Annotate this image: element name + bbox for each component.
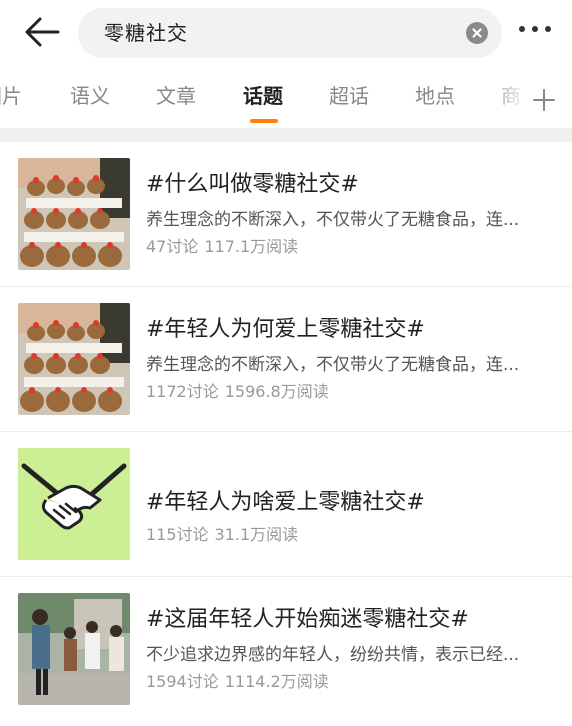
topic-list: #什么叫做零糖社交# 养生理念的不断深入，不仅带火了无糖食品，连... 47讨论… [0, 142, 572, 721]
topic-thumbnail [18, 448, 130, 560]
back-button[interactable] [22, 14, 62, 50]
search-input[interactable]: 零糖社交 [78, 8, 502, 58]
topic-stats: 1172讨论 1596.8万阅读 [146, 381, 335, 403]
tab-semantic[interactable]: 语义 [70, 82, 110, 110]
topic-item[interactable]: #这届年轻人开始痴迷零糖社交# 不少追求边界感的年轻人，纷纷共情，表示已经...… [0, 577, 572, 721]
discussion-count: 1594讨论 [146, 672, 219, 691]
more-dots-icon [519, 26, 525, 32]
topic-item[interactable]: #年轻人为何爱上零糖社交# 养生理念的不断深入，不仅带火了无糖食品，连... 1… [0, 287, 572, 432]
handshake-icon [18, 448, 130, 560]
capybara-plush-display-image [18, 158, 130, 270]
topic-thumbnail [18, 303, 130, 415]
topic-stats: 47讨论 117.1万阅读 [146, 236, 304, 258]
topic-thumbnail [18, 593, 130, 705]
tab-topics[interactable]: 话题 [243, 82, 283, 110]
discussion-count: 47讨论 [146, 237, 199, 256]
topic-description: 不少追求边界感的年轻人，纷纷共情，表示已经... [146, 645, 520, 665]
search-category-tabs: 图片 语义 文章 话题 超话 地点 商 [0, 70, 572, 128]
read-count: 1114.2万阅读 [224, 672, 329, 691]
read-count: 1596.8万阅读 [224, 382, 329, 401]
topic-title: #什么叫做零糖社交# [146, 172, 359, 197]
section-divider [0, 128, 572, 142]
people-outdoor-photo [18, 593, 130, 705]
clear-search-button[interactable] [466, 22, 488, 44]
search-results-page: 零糖社交 图片 语义 文章 话题 超话 地点 商 [0, 0, 572, 726]
topic-description: 养生理念的不断深入，不仅带火了无糖食品，连... [146, 210, 520, 230]
read-count: 31.1万阅读 [214, 525, 299, 544]
discussion-count: 1172讨论 [146, 382, 219, 401]
topic-thumbnail [18, 158, 130, 270]
topic-title: #年轻人为啥爱上零糖社交# [146, 490, 425, 515]
topic-title: #这届年轻人开始痴迷零糖社交# [146, 607, 469, 632]
topic-stats: 115讨论 31.1万阅读 [146, 524, 304, 546]
topic-description: 养生理念的不断深入，不仅带火了无糖食品，连... [146, 355, 520, 375]
add-tab-button[interactable] [532, 88, 556, 112]
tab-places[interactable]: 地点 [415, 82, 455, 110]
search-header: 零糖社交 [0, 0, 572, 64]
tab-articles[interactable]: 文章 [156, 82, 196, 110]
topic-stats: 1594讨论 1114.2万阅读 [146, 671, 335, 693]
discussion-count: 115讨论 [146, 525, 209, 544]
arrow-left-icon [25, 17, 60, 47]
tab-images[interactable]: 图片 [0, 82, 22, 110]
plus-icon [533, 89, 555, 111]
active-tab-indicator [250, 119, 278, 123]
search-query-text: 零糖社交 [104, 21, 188, 45]
tab-super-topics[interactable]: 超话 [329, 82, 369, 110]
capybara-plush-display-image [18, 303, 130, 415]
topic-item[interactable]: #年轻人为啥爱上零糖社交# 115讨论 31.1万阅读 [0, 432, 572, 577]
read-count: 117.1万阅读 [204, 237, 299, 256]
topic-item[interactable]: #什么叫做零糖社交# 养生理念的不断深入，不仅带火了无糖食品，连... 47讨论… [0, 142, 572, 287]
more-button[interactable] [516, 26, 556, 38]
tabs-fade-overlay [488, 70, 538, 128]
topic-title: #年轻人为何爱上零糖社交# [146, 317, 425, 342]
close-circle-icon [472, 28, 482, 38]
